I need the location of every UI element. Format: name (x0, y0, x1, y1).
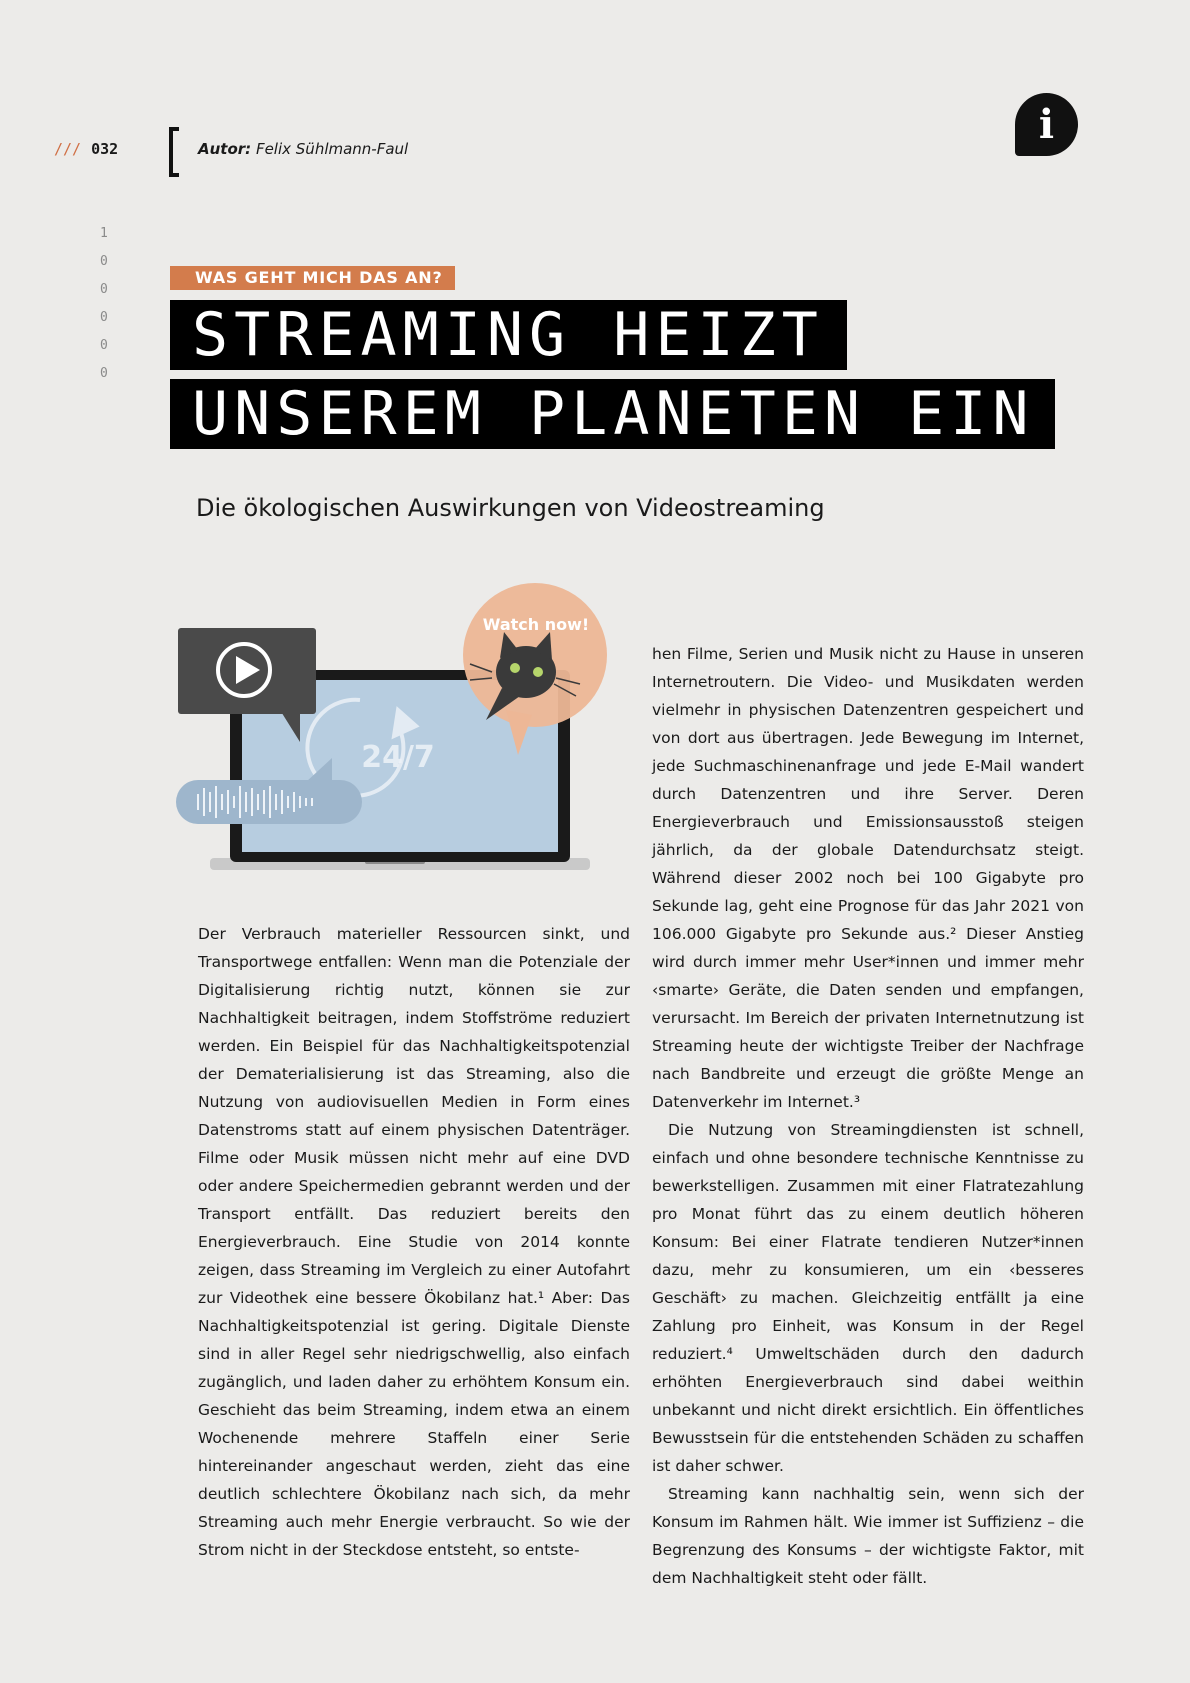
body-paragraph: hen Filme, Serien und Musik nicht zu Hau… (652, 645, 1084, 1111)
binary-digit: 0 (100, 338, 108, 353)
body-paragraph: Streaming kann nachhaltig sein, wenn sic… (652, 1485, 1084, 1587)
binary-digit: 0 (100, 310, 108, 325)
body-column-right: hen Filme, Serien und Musik nicht zu Hau… (652, 640, 1084, 1592)
author-label: Autor: (198, 140, 252, 158)
page-number-value: 032 (91, 140, 119, 158)
binary-digit: 0 (100, 366, 108, 381)
kicker-label: WAS GEHT MICH DAS AN? (170, 266, 455, 290)
watch-now-text: Watch now! (483, 615, 589, 634)
title-line-1: STREAMING HEIZT (170, 300, 847, 370)
binary-digit: 0 (100, 282, 108, 297)
author-name: Felix Sühlmann-Faul (255, 140, 409, 158)
info-icon: i (1015, 93, 1078, 156)
bracket-decoration (169, 127, 179, 177)
streaming-illustration: 24/7 Watch now! (176, 583, 607, 870)
binary-digits: 1 0 0 0 0 0 (100, 224, 108, 392)
author-line: Autor: Felix Sühlmann-Faul (198, 140, 408, 158)
subtitle: Die ökologischen Auswirkungen von Videos… (196, 494, 825, 522)
body-column-left: Der Verbrauch materieller Ressourcen sin… (198, 920, 630, 1564)
screen-label: 24/7 (361, 740, 435, 775)
title-line-2: UNSEREM PLANETEN EIN (170, 379, 1055, 449)
page-number: /// 032 (54, 140, 118, 158)
binary-digit: 1 (100, 226, 108, 241)
body-paragraph: Die Nutzung von Streamingdiensten ist sc… (652, 1121, 1084, 1475)
body-paragraph: Der Verbrauch materieller Ressourcen sin… (198, 925, 630, 1559)
page-slashes: /// (54, 140, 82, 158)
binary-digit: 0 (100, 254, 108, 269)
